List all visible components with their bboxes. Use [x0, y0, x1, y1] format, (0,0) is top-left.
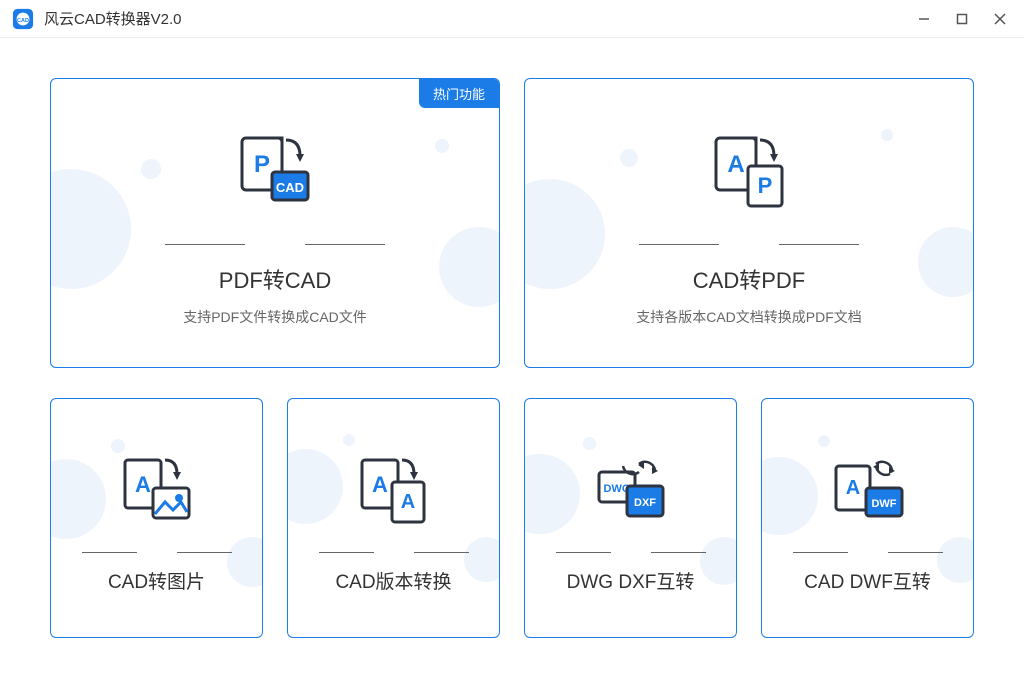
close-button[interactable] — [988, 7, 1012, 31]
svg-text:CAD: CAD — [17, 17, 29, 23]
card-title: DWG DXF互转 — [567, 567, 695, 594]
card-pdf-to-cad[interactable]: 热门功能 P CAD PDF转CAD 支持PDF文件转换成CAD文件 — [50, 78, 500, 368]
svg-text:A: A — [135, 472, 151, 497]
titlebar: CAD 风云CAD转换器V2.0 — [0, 0, 1024, 38]
card-cad-version-convert[interactable]: A A CAD版本转换 — [287, 398, 500, 638]
card-divider — [793, 552, 943, 553]
card-title: PDF转CAD — [219, 263, 331, 295]
card-subtitle: 支持各版本CAD文档转换成PDF文档 — [636, 307, 862, 327]
app-logo-icon: CAD — [12, 8, 34, 30]
hot-badge: 热门功能 — [419, 79, 499, 108]
card-cad-to-image[interactable]: A CAD转图片 — [50, 398, 263, 638]
card-title: CAD版本转换 — [335, 567, 451, 594]
svg-text:A: A — [400, 491, 414, 513]
svg-text:A: A — [845, 477, 859, 499]
minimize-button[interactable] — [912, 7, 936, 31]
card-subtitle: 支持PDF文件转换成CAD文件 — [183, 307, 367, 327]
svg-text:DXF: DXF — [634, 497, 656, 509]
svg-text:P: P — [254, 151, 270, 178]
app-title: 风云CAD转换器V2.0 — [44, 8, 898, 29]
card-divider — [319, 552, 469, 553]
main-content: 热门功能 P CAD PDF转CAD 支持PDF文件转换成CAD文件 — [0, 38, 1024, 668]
cad-dwf-icon: A DWF — [828, 442, 908, 542]
card-divider — [82, 552, 232, 553]
cad-version-icon: A A — [354, 442, 434, 542]
card-title: CAD转图片 — [108, 567, 205, 594]
dwg-dxf-icon: DWG DXF — [591, 442, 671, 542]
card-divider — [165, 244, 385, 245]
cad-to-image-icon: A — [117, 442, 197, 542]
maximize-button[interactable] — [950, 7, 974, 31]
svg-text:A: A — [727, 151, 744, 178]
top-card-row: 热门功能 P CAD PDF转CAD 支持PDF文件转换成CAD文件 — [50, 78, 974, 368]
svg-text:P: P — [758, 173, 773, 198]
card-cad-dwf[interactable]: A DWF CAD DWF互转 — [761, 398, 974, 638]
pdf-to-cad-icon: P CAD — [230, 120, 320, 230]
bottom-card-row: A CAD转图片 A — [50, 398, 974, 638]
card-title: CAD转PDF — [693, 263, 805, 295]
cad-to-pdf-icon: A P — [704, 120, 794, 230]
card-divider — [639, 244, 859, 245]
svg-text:DWF: DWF — [871, 498, 896, 510]
svg-text:CAD: CAD — [276, 180, 304, 195]
card-divider — [556, 552, 706, 553]
card-cad-to-pdf[interactable]: A P CAD转PDF 支持各版本CAD文档转换成PDF文档 — [524, 78, 974, 368]
svg-text:A: A — [372, 472, 388, 497]
card-dwg-dxf[interactable]: DWG DXF DWG DXF互转 — [524, 398, 737, 638]
card-title: CAD DWF互转 — [804, 567, 931, 594]
